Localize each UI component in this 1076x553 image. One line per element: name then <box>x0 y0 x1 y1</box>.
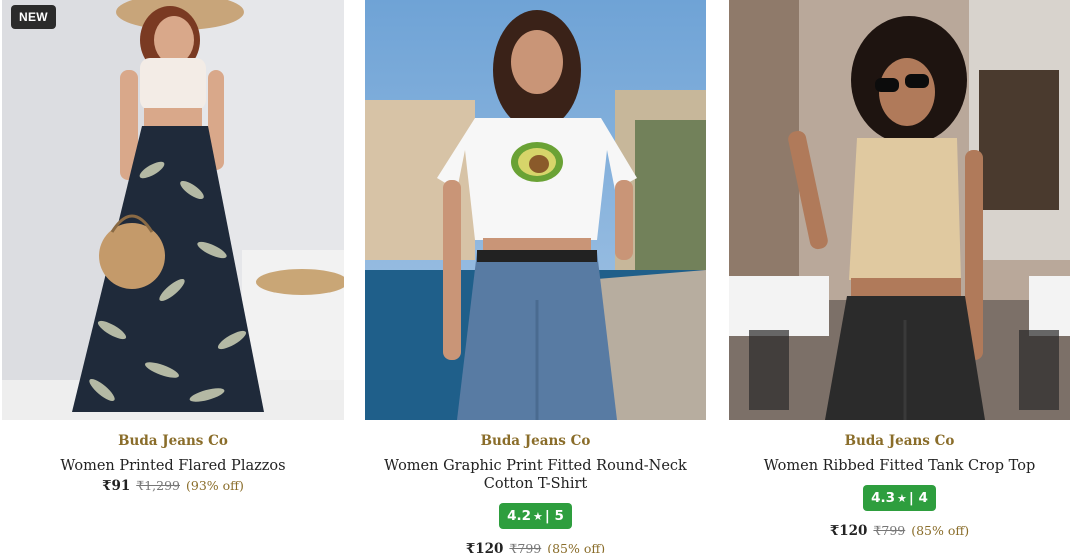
product-brand[interactable]: Buda Jeans Co <box>729 433 1070 449</box>
product-image[interactable] <box>365 0 706 420</box>
product-discount: (93% off) <box>185 478 244 493</box>
rating-badge: 4.3 ★ | 4 <box>863 485 936 511</box>
product-title[interactable]: Women Printed Flared Plazzos <box>2 457 344 475</box>
star-icon: ★ <box>897 492 907 505</box>
rating-badge: 4.2 ★ | 5 <box>499 503 572 529</box>
product-price: ₹120 <box>465 541 504 553</box>
product-image[interactable]: NEW <box>2 0 344 420</box>
product-card[interactable]: NEW Buda Jeans Co Women Printed Flared P… <box>2 0 344 553</box>
price-row: ₹120 ₹799 (85% off) <box>365 541 706 553</box>
product-mrp: ₹799 <box>509 541 542 553</box>
product-price: ₹120 <box>829 523 868 539</box>
rating-count: 4 <box>918 490 928 506</box>
product-title[interactable]: Women Ribbed Fitted Tank Crop Top <box>729 457 1070 475</box>
product-mrp: ₹1,299 <box>136 478 180 493</box>
new-badge: NEW <box>11 5 56 29</box>
product-image[interactable] <box>729 0 1070 420</box>
product-discount: (85% off) <box>547 541 606 553</box>
product-card[interactable]: Buda Jeans Co Women Graphic Print Fitted… <box>365 0 706 553</box>
product-brand[interactable]: Buda Jeans Co <box>2 433 344 449</box>
rating-value: 4.3 <box>871 490 895 506</box>
product-discount: (85% off) <box>911 523 970 538</box>
product-title[interactable]: Women Graphic Print Fitted Round-Neck Co… <box>365 457 706 493</box>
price-row: ₹91 ₹1,299 (93% off) <box>2 478 344 494</box>
star-icon: ★ <box>533 510 543 523</box>
product-grid: NEW Buda Jeans Co Women Printed Flared P… <box>0 0 1076 553</box>
product-mrp: ₹799 <box>873 523 906 538</box>
rating-value: 4.2 <box>507 508 531 524</box>
product-price: ₹91 <box>102 478 131 494</box>
rating-count: 5 <box>554 508 564 524</box>
product-card[interactable]: Buda Jeans Co Women Ribbed Fitted Tank C… <box>729 0 1070 553</box>
price-row: ₹120 ₹799 (85% off) <box>729 523 1070 539</box>
product-brand[interactable]: Buda Jeans Co <box>365 433 706 449</box>
